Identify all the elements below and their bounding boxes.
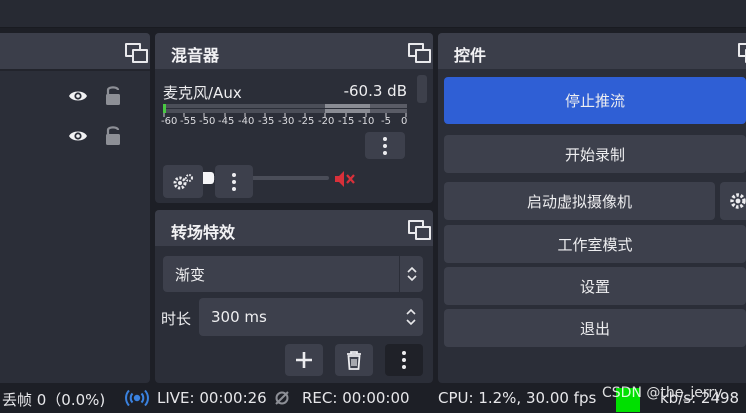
transition-select-arrows[interactable] xyxy=(399,256,423,292)
transition-select[interactable]: 渐变 xyxy=(163,256,423,292)
mixer-scrollbar[interactable] xyxy=(417,75,427,103)
scale-tick: -25 xyxy=(298,116,315,127)
mixer-channel-level: -60.3 dB xyxy=(343,82,407,100)
mute-icon[interactable] xyxy=(333,169,357,189)
source-row[interactable] xyxy=(0,121,144,151)
scale-tick: -10 xyxy=(358,116,375,127)
top-bar xyxy=(0,0,746,28)
scale-tick: 0 xyxy=(401,116,408,127)
start-recording-button[interactable]: 开始录制 xyxy=(444,135,746,173)
duration-spinbox[interactable]: 300 ms xyxy=(199,298,423,336)
meter-red-zone xyxy=(370,104,407,108)
rec-time: REC: 00:00:00 xyxy=(302,389,410,407)
start-virtual-camera-label: 启动虚拟摄像机 xyxy=(526,193,632,211)
more-icon xyxy=(383,136,387,155)
transition-menu-button[interactable] xyxy=(385,344,423,376)
scale-tick: -60 xyxy=(161,116,178,127)
scale-tick: -5 xyxy=(381,116,391,127)
mixer-channel-name: 麦克风/Aux xyxy=(163,84,242,102)
controls-panel-header: 控件 xyxy=(438,33,746,69)
trash-icon xyxy=(347,351,361,370)
mixer-title: 混音器 xyxy=(171,46,220,65)
transitions-title: 转场特效 xyxy=(171,223,236,242)
lock-icon[interactable] xyxy=(104,84,122,106)
float-panel-icon[interactable] xyxy=(738,43,746,63)
duration-label: 时长 xyxy=(161,310,192,328)
meter-level-green xyxy=(163,104,166,113)
chevron-updown-icon xyxy=(406,308,416,326)
studio-mode-label: 工作室模式 xyxy=(557,236,633,254)
rec-icon xyxy=(275,391,289,405)
mixer-panel: 混音器 麦克风/Aux -60.3 dB -60 -55 -50 -45 -40… xyxy=(155,33,433,203)
remove-transition-button[interactable] xyxy=(335,344,373,376)
exit-label: 退出 xyxy=(579,320,610,338)
transition-select-value: 渐变 xyxy=(175,266,206,284)
meter-yellow-zone xyxy=(325,104,370,108)
gear-icon xyxy=(730,193,746,209)
start-virtual-camera-button[interactable]: 启动虚拟摄像机 xyxy=(444,182,715,220)
bitrate: kb/s: 2498 xyxy=(660,389,740,407)
mixer-panel-header: 混音器 xyxy=(155,33,433,69)
status-bar: 丢帧 0（0.0%) LIVE: 00:00:26 REC: 00:00:00 … xyxy=(0,383,746,413)
duration-stepper[interactable] xyxy=(399,298,423,336)
meter-scale: -60 -55 -50 -45 -40 -35 -30 -25 -20 -15 … xyxy=(161,116,411,128)
dropped-frames: 丢帧 0（0.0%) xyxy=(2,391,106,409)
mixer-menu-button[interactable] xyxy=(215,165,253,198)
float-panel-icon[interactable] xyxy=(408,43,431,63)
transitions-panel-header: 转场特效 xyxy=(155,210,433,246)
cpu-usage: CPU: 1.2%, 30.00 fps xyxy=(438,389,597,407)
eye-icon[interactable] xyxy=(68,126,88,146)
controls-title: 控件 xyxy=(454,46,487,65)
settings-label: 设置 xyxy=(579,278,610,296)
scale-tick: -55 xyxy=(180,116,197,127)
mixer-settings-button[interactable] xyxy=(163,165,203,198)
eye-icon[interactable] xyxy=(68,86,88,106)
scale-tick: -35 xyxy=(258,116,275,127)
stop-streaming-label: 停止推流 xyxy=(564,92,625,110)
float-panel-icon[interactable] xyxy=(408,220,431,240)
scale-tick: -20 xyxy=(318,116,335,127)
start-recording-label: 开始录制 xyxy=(564,146,625,164)
gear-icon xyxy=(173,174,193,190)
meter-channel-left xyxy=(163,104,407,108)
studio-mode-button[interactable]: 工作室模式 xyxy=(444,225,746,263)
exit-button[interactable]: 退出 xyxy=(444,309,746,347)
lock-icon[interactable] xyxy=(104,124,122,146)
scale-tick: -50 xyxy=(199,116,216,127)
add-transition-button[interactable] xyxy=(285,344,323,376)
live-time: LIVE: 00:00:26 xyxy=(157,389,267,407)
sources-panel xyxy=(0,33,150,383)
scale-tick: -30 xyxy=(278,116,295,127)
scale-tick: -40 xyxy=(238,116,255,127)
sources-panel-header xyxy=(0,33,150,69)
plus-icon xyxy=(296,352,312,368)
live-icon xyxy=(125,389,149,407)
settings-button[interactable]: 设置 xyxy=(444,267,746,305)
duration-value: 300 ms xyxy=(211,308,267,326)
source-row[interactable] xyxy=(0,81,144,111)
more-icon xyxy=(402,351,406,369)
transitions-panel: 转场特效 渐变 时长 300 ms xyxy=(155,210,433,383)
float-panel-icon[interactable] xyxy=(125,43,148,63)
stop-streaming-button[interactable]: 停止推流 xyxy=(444,77,746,124)
scale-tick: -45 xyxy=(218,116,235,127)
chevron-updown-icon xyxy=(407,266,417,282)
controls-panel: 控件 停止推流 开始录制 启动虚拟摄像机 工作室模式 设置 退出 xyxy=(438,33,746,383)
scale-tick: -15 xyxy=(338,116,355,127)
mixer-channel-menu-button[interactable] xyxy=(365,132,405,159)
virtual-camera-settings-button[interactable] xyxy=(720,182,746,220)
more-icon xyxy=(232,172,236,191)
